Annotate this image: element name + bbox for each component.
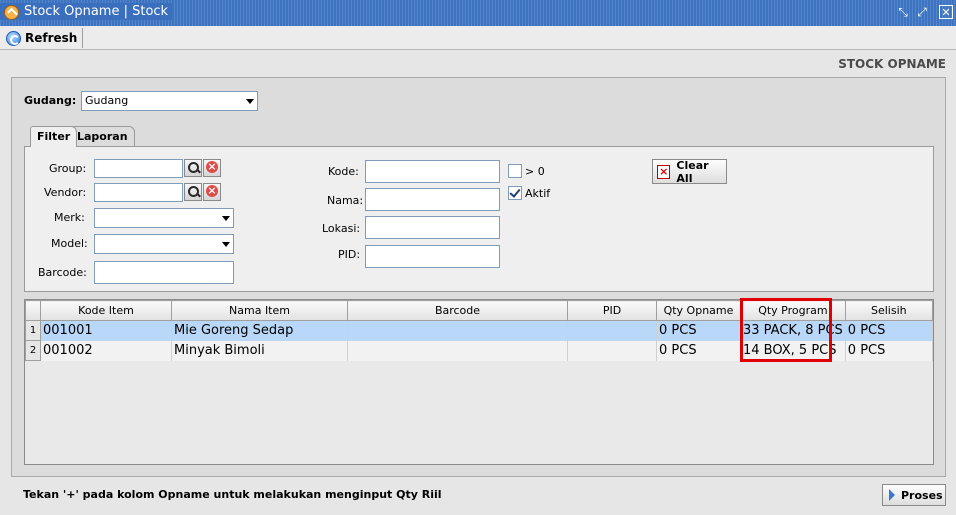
cell-pid[interactable] [567,320,657,341]
vendor-search-icon[interactable] [184,183,202,201]
restore-icon[interactable]: ⤡ [895,4,911,20]
window-title: Stock Opname | Stock [0,3,173,20]
row-number: 2 [25,340,41,361]
cell-barcode[interactable] [347,340,568,361]
proses-button[interactable]: Proses [882,484,946,506]
clear-all-label: Clear All [676,158,709,185]
kode-input[interactable] [365,160,500,183]
kode-label: Kode: [328,165,359,178]
cell-barcode[interactable] [347,320,568,341]
col-qty-program[interactable]: Qty Program [740,300,846,321]
vendor-label: Vendor: [44,186,87,199]
page-title: STOCK OPNAME [838,57,946,71]
gt0-checkbox[interactable] [508,164,522,178]
group-label: Group: [49,162,87,175]
gudang-select[interactable]: Gudang [81,91,258,111]
refresh-icon [6,30,21,46]
clear-icon: × [657,164,671,179]
group-search-icon[interactable] [184,159,202,177]
footer-hint: Tekan '+' pada kolom Opname untuk melaku… [23,488,442,501]
cell-nama-item[interactable]: Minyak Bimoli [171,340,348,361]
play-icon [889,489,895,501]
model-label: Model: [51,237,88,250]
col-pid[interactable]: PID [567,300,657,321]
nama-label: Nama: [327,194,364,207]
vendor-input[interactable] [94,183,183,202]
cell-qty-opname[interactable]: 0 PCS [656,340,741,361]
pid-input[interactable] [365,245,500,268]
cell-qty-program[interactable]: 14 BOX, 5 PCS [740,340,846,361]
refresh-button[interactable]: Refresh [2,28,84,48]
col-selisih[interactable]: Selisih [844,300,933,321]
tab-filter-label: Filter [37,130,71,143]
pid-label: PID: [338,248,361,261]
refresh-label: Refresh [25,31,78,45]
stock-table[interactable]: Kode Item Nama Item Barcode PID Qty Opna… [24,299,934,465]
aktif-checkbox[interactable] [508,186,522,200]
cell-kode-item[interactable]: 001001 [40,320,172,341]
col-barcode[interactable]: Barcode [347,300,568,321]
barcode-input[interactable] [94,261,234,284]
tab-laporan[interactable]: Laporan [70,126,135,146]
cell-qty-opname[interactable]: 0 PCS [656,320,741,341]
nama-input[interactable] [365,188,500,211]
chevron-down-icon [222,242,230,247]
merk-label: Merk: [54,211,85,224]
tab-filter[interactable]: Filter [30,126,78,147]
group-clear-icon[interactable] [203,159,221,177]
cell-nama-item[interactable]: Mie Goreng Sedap [171,320,348,341]
row-number: 1 [25,320,41,341]
table-row[interactable]: 2 001002 Minyak Bimoli 0 PCS 14 BOX, 5 P… [25,340,933,361]
col-qty-opname[interactable]: Qty Opname [656,300,741,321]
app-icon [4,5,19,20]
chevron-down-icon [222,216,230,221]
table-row[interactable]: 1 001001 Mie Goreng Sedap 0 PCS 33 PACK,… [25,320,933,341]
table-header-row: Kode Item Nama Item Barcode PID Qty Opna… [25,300,933,321]
cell-selisih[interactable]: 0 PCS [845,340,933,361]
window-title-text: Stock Opname | Stock [24,4,169,19]
maximize-icon[interactable]: ⤢ [914,4,930,20]
merk-select[interactable] [94,208,234,228]
group-input[interactable] [94,159,183,178]
cell-kode-item[interactable]: 001002 [40,340,172,361]
proses-label: Proses [901,488,943,502]
cell-selisih[interactable]: 0 PCS [845,320,933,341]
model-select[interactable] [94,234,234,254]
toolbar: Refresh [0,26,956,50]
barcode-label: Barcode: [38,266,87,279]
gt0-label: > 0 [525,165,545,178]
chevron-down-icon [246,99,254,104]
cell-pid[interactable] [567,340,657,361]
lokasi-input[interactable] [365,216,500,239]
tab-laporan-label: Laporan [77,130,128,143]
gudang-select-value: Gudang [85,94,129,107]
window-titlebar: Stock Opname | Stock ⤡ ⤢ ✕ [0,0,956,26]
aktif-label: Aktif [525,187,551,200]
close-icon[interactable]: ✕ [939,5,953,19]
vendor-clear-icon[interactable] [203,183,221,201]
col-kode-item[interactable]: Kode Item [40,300,172,321]
lokasi-label: Lokasi: [322,222,361,235]
gudang-label: Gudang: [24,94,77,107]
row-number-header [25,300,41,321]
cell-qty-program[interactable]: 33 PACK, 8 PCS [740,320,846,341]
clear-all-button[interactable]: × Clear All [652,158,727,185]
col-nama-item[interactable]: Nama Item [171,300,348,321]
stock-grid: Kode Item Nama Item Barcode PID Qty Opna… [25,300,933,361]
